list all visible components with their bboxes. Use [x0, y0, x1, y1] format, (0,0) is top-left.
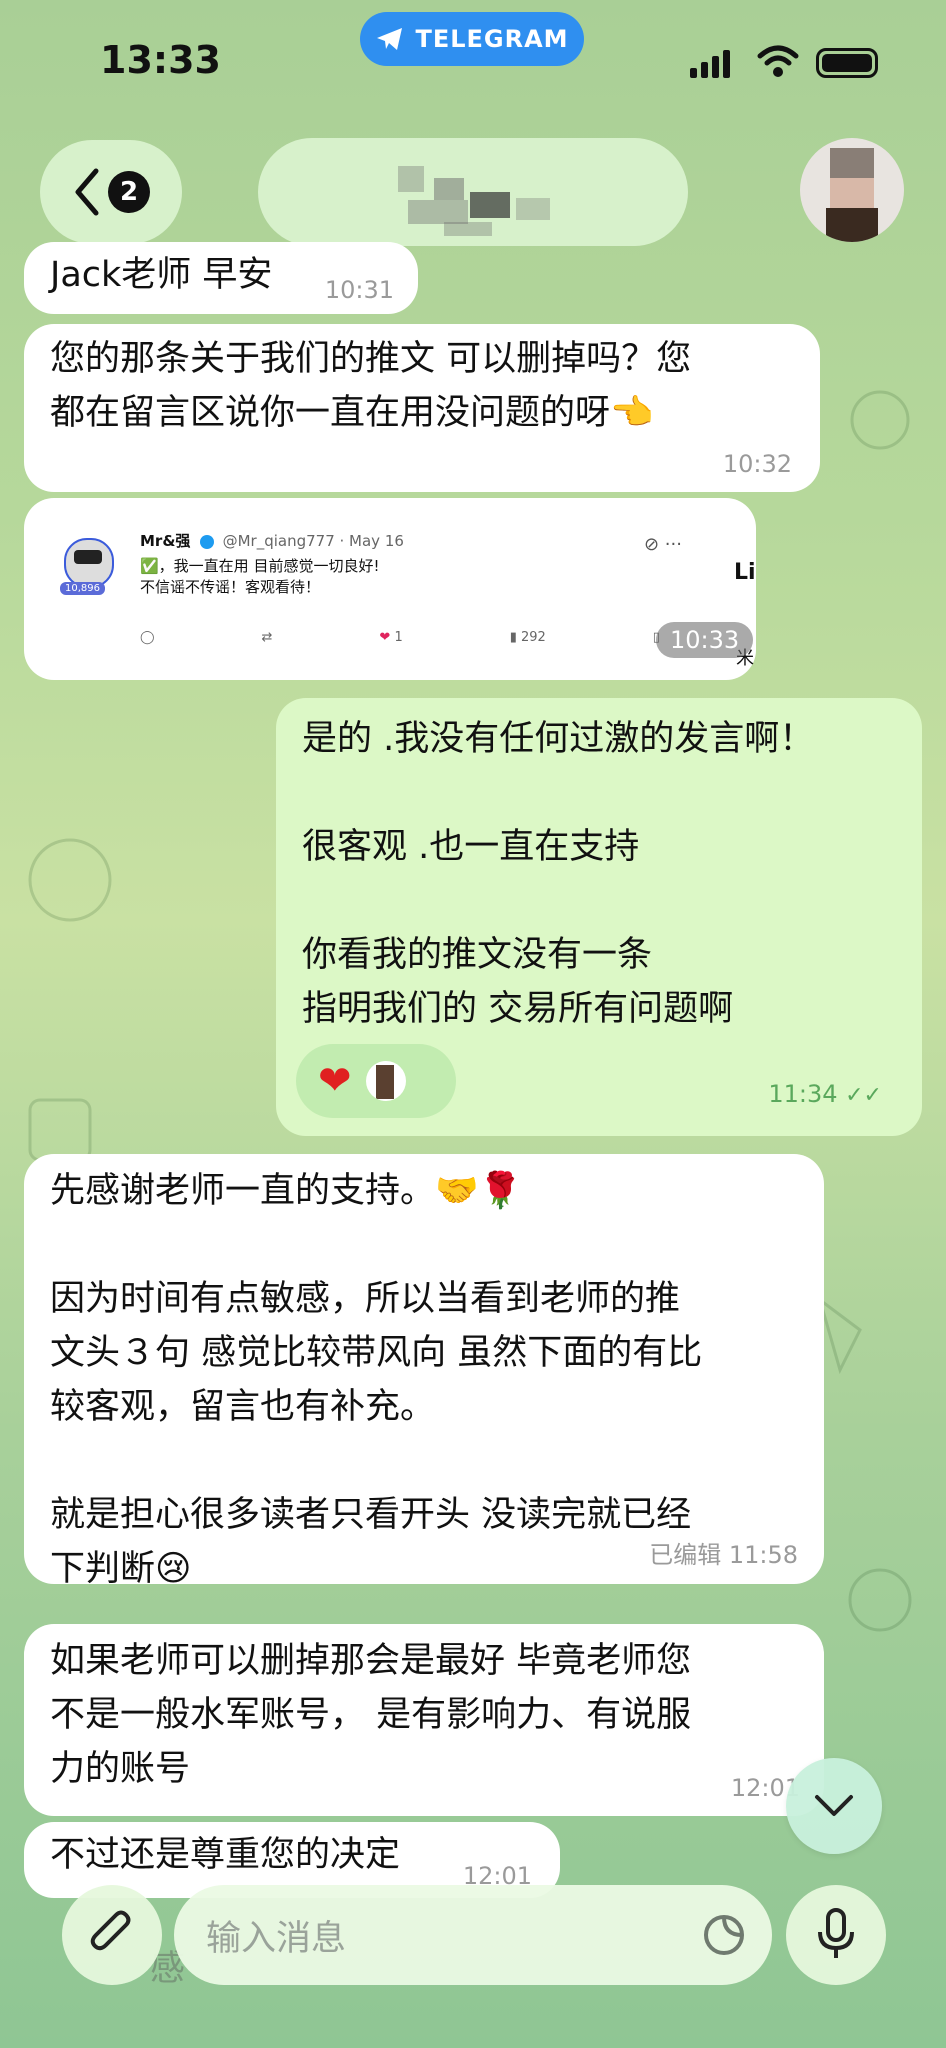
message-time: 11:34 ✓✓	[768, 1080, 882, 1108]
heart-icon: ❤	[379, 630, 391, 645]
message-time: 已编辑 11:58	[649, 1541, 798, 1569]
incoming-message[interactable]: 您的那条关于我们的推文 可以删掉吗？您 都在留言区说你一直在用没问题的呀👈 10…	[24, 324, 820, 492]
read-checks-icon: ✓✓	[845, 1083, 882, 1108]
message-input[interactable]: 输入消息	[174, 1885, 772, 1985]
telegram-pill-label: TELEGRAM	[415, 25, 569, 53]
pixelated-chat-name	[398, 166, 424, 192]
views-stat: ▮ 292	[510, 630, 546, 645]
incoming-message[interactable]: 如果老师可以删掉那会是最好 毕竟老师您 不是一般水军账号， 是有影响力、有说服 …	[24, 1624, 824, 1816]
views-count: 292	[521, 630, 546, 645]
chevron-down-icon	[815, 1795, 853, 1816]
message-time: 10:31	[324, 276, 394, 304]
telegram-pill[interactable]: TELEGRAM	[360, 12, 584, 66]
signal-icon	[690, 50, 730, 78]
unread-count-badge: 2	[108, 171, 150, 213]
views-icon: ▮	[509, 630, 517, 645]
heart-icon: ❤	[318, 1058, 352, 1104]
reply-icon: ◯	[140, 630, 155, 645]
message-input-placeholder: 输入消息	[206, 1918, 347, 1959]
incoming-image-message[interactable]: 10,896 Mr&强 @Mr_qiang777 · May 16 ✅，我一直在…	[24, 498, 756, 680]
microphone-icon	[818, 1908, 854, 1958]
like-stat: ❤ 1	[379, 630, 402, 645]
message-text: 先感谢老师一直的支持。🤝🌹 因为时间有点敏感，所以当看到老师的推 文头３句 感觉…	[50, 1171, 703, 1589]
outgoing-message[interactable]: 是的 .我没有任何过激的发言啊！ 很客观 .也一直在支持 你看我的推文没有一条 …	[276, 698, 922, 1136]
contact-avatar[interactable]	[800, 138, 904, 242]
like-count: 1	[394, 630, 403, 645]
incoming-message[interactable]: Jack老师 早安 10:31	[24, 242, 418, 314]
scroll-down-button[interactable]	[786, 1758, 882, 1854]
tweet-line-2: 不信谣不传谣！客观看待！	[140, 578, 321, 596]
message-text: 是的 .我没有任何过激的发言啊！ 很客观 .也一直在支持 你看我的推文没有一条 …	[302, 719, 815, 1029]
reaction-chip[interactable]: ❤	[296, 1044, 456, 1118]
tweet-handle: @Mr_qiang777 · May 16	[222, 532, 404, 550]
back-chevron-icon	[75, 168, 99, 216]
tweet-side-text: Li	[734, 560, 756, 585]
sticker-icon[interactable]	[702, 1913, 746, 1957]
message-text: 如果老师可以删掉那会是最好 毕竟老师您 不是一般水军账号， 是有影响力、有说服 …	[50, 1641, 692, 1789]
paperclip-icon	[90, 1910, 131, 1951]
message-time: 10:33	[656, 622, 754, 658]
reactor-avatar	[365, 1061, 406, 1101]
retweet-icon: ⇄	[261, 630, 273, 645]
tweet-more-icon: ⊘ ···	[644, 534, 682, 555]
tweet-badge: 10,896	[60, 582, 105, 595]
battery-icon	[816, 48, 878, 78]
attach-button[interactable]	[62, 1885, 162, 1985]
tweet-line-1: ✅，我一直在用 目前感觉一切良好!	[140, 557, 380, 575]
message-text: 您的那条关于我们的推文 可以删掉吗？您 都在留言区说你一直在用没问题的呀👈	[50, 339, 692, 433]
telegram-plane-icon	[377, 28, 403, 50]
chat-title-pill[interactable]	[258, 138, 688, 246]
status-time: 13:33	[100, 38, 221, 82]
tweet-avatar	[64, 538, 114, 588]
incoming-message[interactable]: 先感谢老师一直的支持。🤝🌹 因为时间有点敏感，所以当看到老师的推 文头３句 感觉…	[24, 1154, 824, 1589]
back-button[interactable]: 2	[40, 140, 182, 244]
message-time: 10:32	[722, 450, 792, 478]
microphone-button[interactable]	[786, 1885, 886, 1985]
tweet-author: Mr&强	[140, 532, 191, 550]
tweet-screenshot: 10,896 Mr&强 @Mr_qiang777 · May 16 ✅，我一直在…	[44, 512, 724, 666]
verified-icon	[199, 534, 214, 549]
wifi-icon	[757, 45, 799, 77]
